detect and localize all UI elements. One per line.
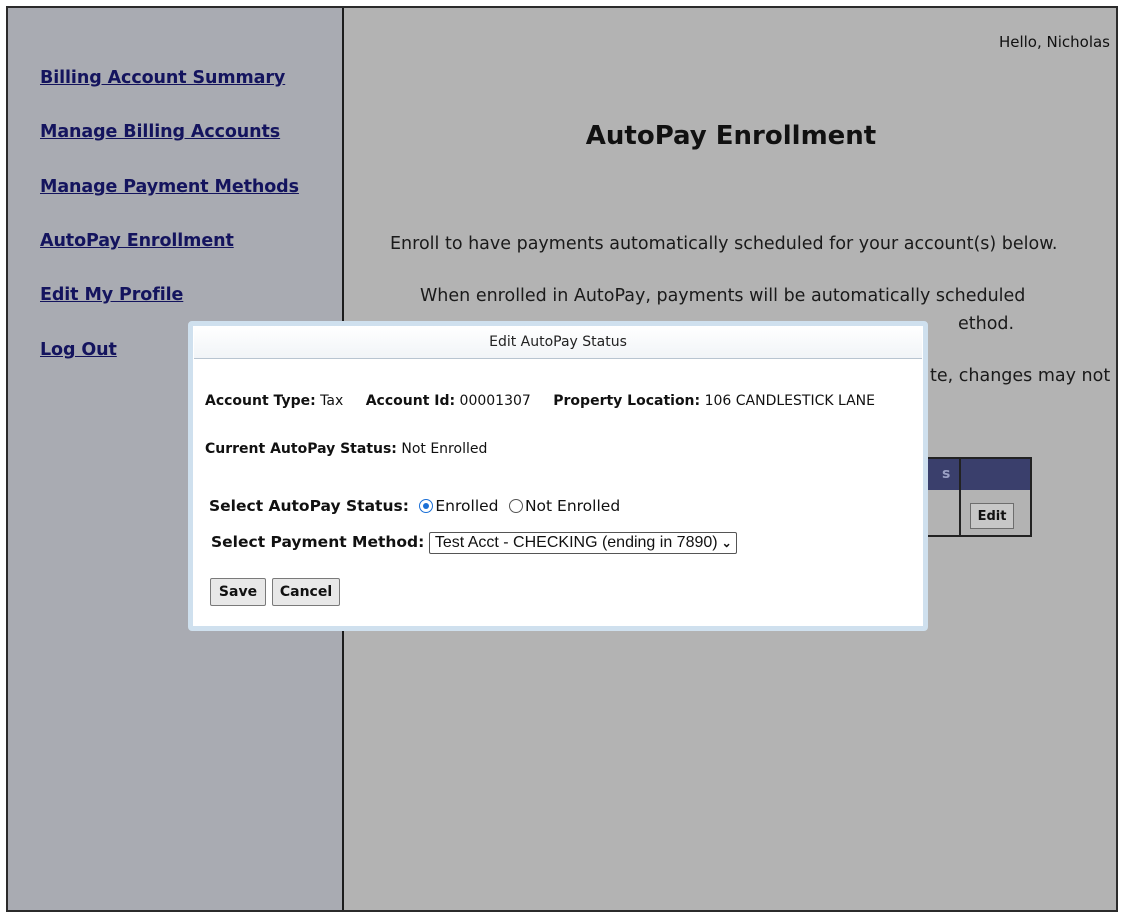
intro-text: Enroll to have payments automatically sc… [390, 234, 1058, 254]
property-location-value: 106 CANDLESTICK LANE [704, 393, 875, 409]
dialog-title: Edit AutoPay Status [194, 326, 922, 359]
enrolled-radio-label[interactable]: Enrolled [435, 497, 498, 515]
select-method-row: Select Payment Method: Test Acct - CHECK… [211, 532, 737, 554]
table-column-divider [959, 459, 961, 535]
autopay-note-line3: te, changes may not [930, 366, 1111, 386]
current-status-row: Current AutoPay Status: Not Enrolled [205, 441, 487, 457]
sidebar-item-manage-billing-accounts[interactable]: Manage Billing Accounts [40, 122, 280, 142]
sidebar-item-billing-account-summary[interactable]: Billing Account Summary [40, 68, 285, 88]
payment-method-selected-value: Test Acct - CHECKING (ending in 7890) [434, 534, 718, 551]
not-enrolled-radio[interactable] [508, 499, 523, 513]
current-status-value: Not Enrolled [401, 441, 488, 457]
autopay-note-line1: When enrolled in AutoPay, payments will … [420, 286, 1026, 306]
property-location-label: Property Location: [553, 393, 701, 409]
account-id-value: 00001307 [459, 393, 531, 409]
user-greeting: Hello, Nicholas [998, 33, 1110, 51]
edit-autopay-dialog: Edit AutoPay Status Account Type: Tax Ac… [188, 321, 928, 631]
table-header-label: s [942, 466, 951, 482]
page-title: AutoPay Enrollment [585, 121, 877, 151]
account-type-label: Account Type: [205, 393, 316, 409]
account-type-value: Tax [320, 393, 344, 409]
sidebar-item-edit-my-profile[interactable]: Edit My Profile [40, 285, 183, 305]
account-id-label: Account Id: [365, 393, 456, 409]
select-method-label: Select Payment Method: [211, 533, 425, 551]
sidebar-item-manage-payment-methods[interactable]: Manage Payment Methods [40, 177, 299, 197]
select-status-label: Select AutoPay Status: [209, 497, 409, 515]
payment-method-select[interactable]: Test Acct - CHECKING (ending in 7890) ⌄ [428, 532, 737, 554]
sidebar-item-autopay-enrollment[interactable]: AutoPay Enrollment [40, 231, 234, 251]
account-info-row: Account Type: Tax Account Id: 00001307 P… [205, 393, 875, 409]
autopay-note-line2: ethod. [958, 314, 1015, 334]
cancel-button[interactable]: Cancel [272, 578, 340, 606]
select-status-row: Select AutoPay Status: Enrolled Not Enro… [209, 497, 626, 515]
edit-button[interactable]: Edit [970, 503, 1014, 529]
enrolled-radio[interactable] [419, 499, 434, 513]
current-status-label: Current AutoPay Status: [205, 441, 397, 457]
chevron-down-icon: ⌄ [721, 536, 732, 550]
sidebar-item-log-out[interactable]: Log Out [40, 340, 117, 360]
save-button[interactable]: Save [210, 578, 266, 606]
not-enrolled-radio-label[interactable]: Not Enrolled [525, 497, 620, 515]
